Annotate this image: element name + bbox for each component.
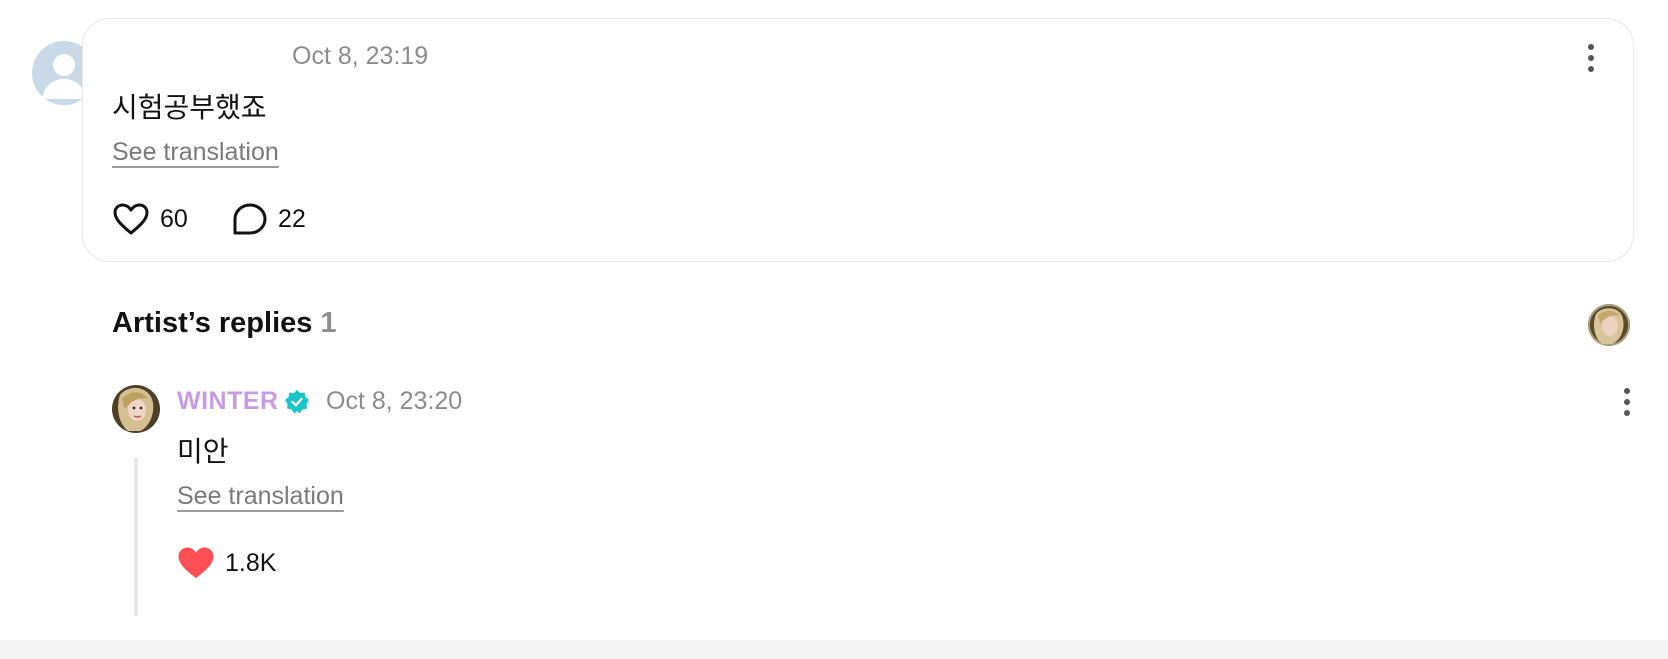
- speech-bubble-icon: [233, 203, 267, 235]
- heart-filled-icon: [178, 547, 214, 578]
- comment-reply-count: 22: [278, 204, 306, 233]
- comment-text: 시험공부했죠: [112, 92, 267, 123]
- reply-thread-line: [134, 458, 138, 616]
- comment-more-button[interactable]: [1576, 38, 1606, 78]
- artist-name[interactable]: WINTER: [177, 387, 279, 416]
- heart-outline-icon: [113, 203, 149, 235]
- artist-photo-icon: [1588, 304, 1630, 346]
- comment-like-count: 60: [160, 204, 188, 233]
- artist-replies-count: 1: [320, 307, 337, 339]
- verified-badge-icon: [285, 390, 309, 414]
- more-vertical-icon: [1588, 44, 1594, 72]
- artist-replies-title: Artist’s replies: [112, 307, 313, 339]
- more-vertical-icon: [1624, 388, 1630, 416]
- artist-photo-icon: [112, 385, 160, 433]
- reply-like-count: 1.8K: [225, 548, 277, 577]
- reply-see-translation-link[interactable]: See translation: [177, 482, 344, 511]
- reply-timestamp: Oct 8, 23:20: [326, 387, 463, 415]
- comment-timestamp: Oct 8, 23:19: [292, 42, 429, 70]
- comment-see-translation-link[interactable]: See translation: [112, 138, 279, 167]
- comment-reply-button[interactable]: 22: [232, 202, 306, 236]
- artist-avatar[interactable]: [112, 385, 160, 433]
- reply-more-button[interactable]: [1612, 382, 1642, 422]
- bottom-divider: [0, 640, 1668, 659]
- artist-replies-heading: Artist’s replies 1: [112, 307, 337, 340]
- comment-like-button[interactable]: 60: [112, 202, 188, 236]
- artist-avatar-small[interactable]: [1588, 304, 1630, 346]
- reply-text: 미안: [177, 436, 229, 467]
- reply-like-button[interactable]: 1.8K: [177, 546, 276, 580]
